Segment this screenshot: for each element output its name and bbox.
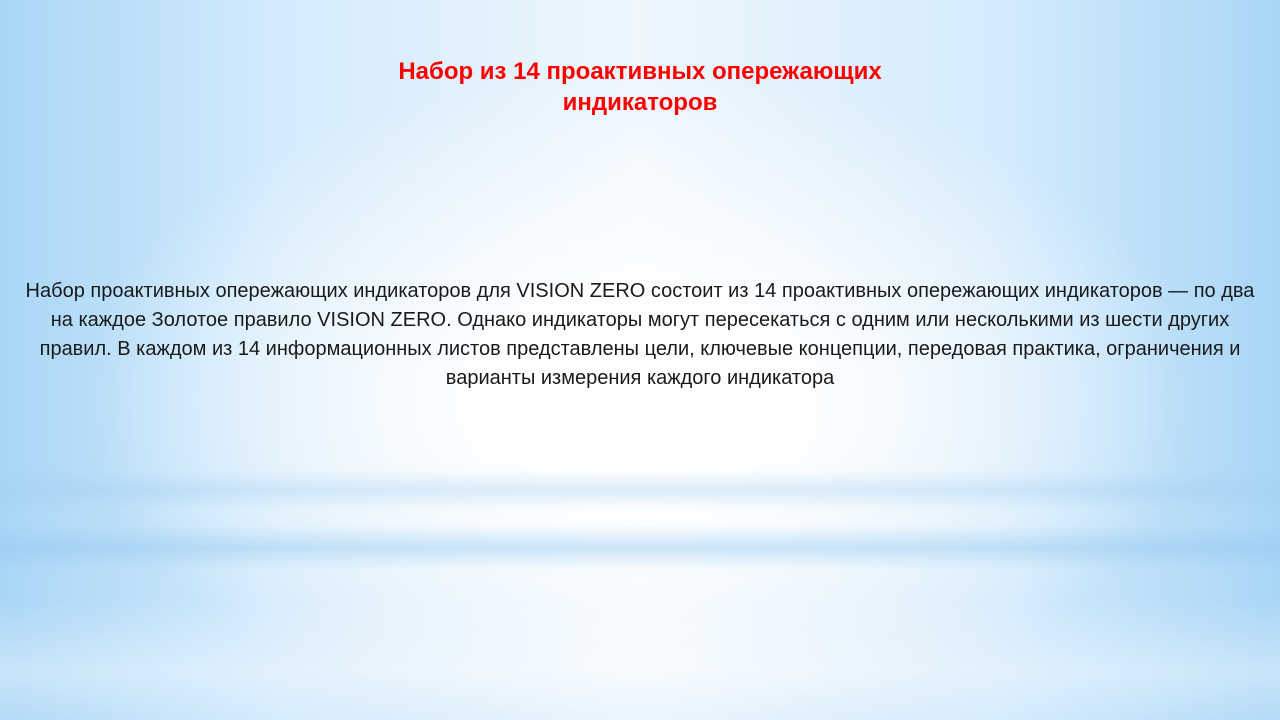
slide-body-text: Набор проактивных опережающих индикаторо… xyxy=(25,280,1255,389)
slide: Набор из 14 проактивных опережающих инди… xyxy=(0,0,1280,720)
background-band xyxy=(0,525,1280,570)
background-band xyxy=(0,470,1280,510)
background-band xyxy=(0,600,1280,720)
slide-title: Набор из 14 проактивных опережающих инди… xyxy=(398,58,882,116)
